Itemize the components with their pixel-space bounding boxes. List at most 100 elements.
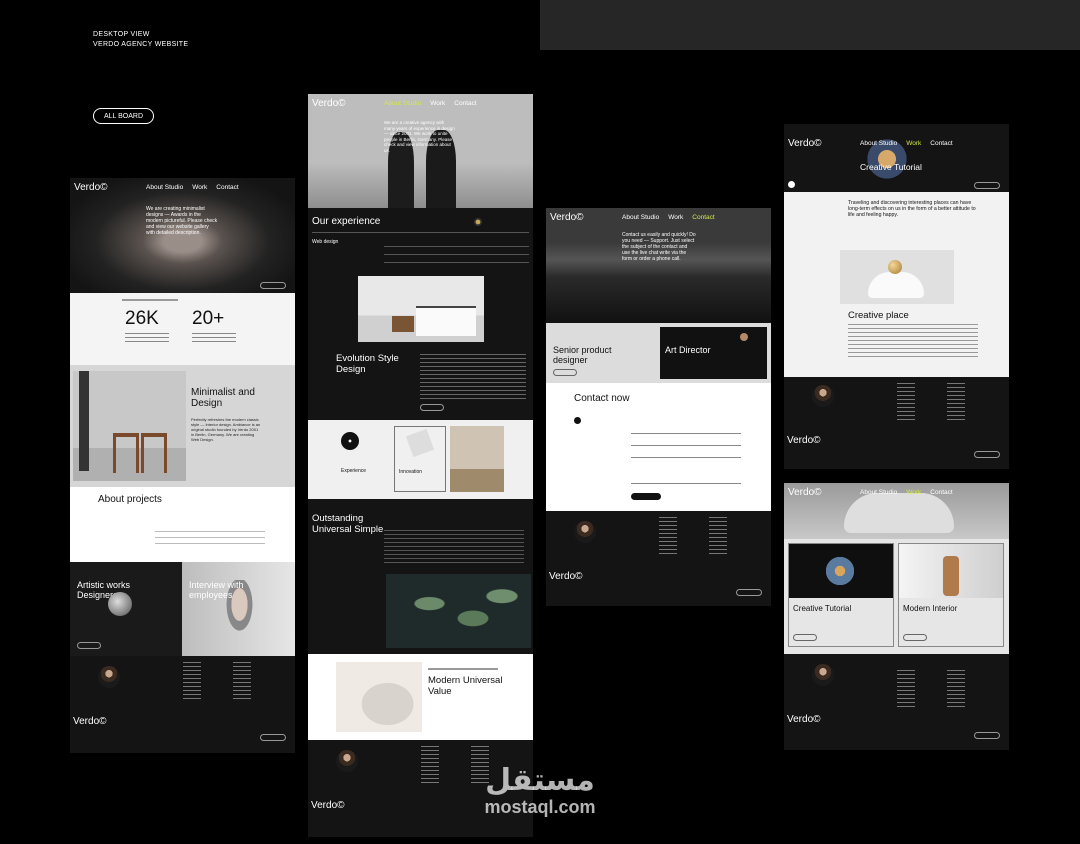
footer-logo[interactable]: Verdo© xyxy=(787,714,821,725)
site-logo[interactable]: Verdo© xyxy=(788,487,822,498)
card-experience-title: Experience xyxy=(341,468,367,474)
nav-contact[interactable]: Contact xyxy=(454,100,476,107)
job-card-1[interactable]: Senior product designer xyxy=(546,323,658,383)
minimal-title: Minimalist and Design xyxy=(191,387,255,409)
nav-work[interactable]: Work xyxy=(192,184,207,191)
footer-cta[interactable] xyxy=(974,451,1000,458)
mockup-work-detail[interactable]: Verdo© About Studio Work Contact Creativ… xyxy=(784,124,1009,469)
form-line-name[interactable] xyxy=(631,433,741,434)
main-nav: About Studio Work Contact xyxy=(622,214,715,221)
main-nav: About Studio Work Contact xyxy=(146,184,239,191)
evolution-cta[interactable] xyxy=(420,404,444,411)
nav-about[interactable]: About Studio xyxy=(622,214,659,221)
golden-ball xyxy=(888,260,902,274)
exp-line-3 xyxy=(384,254,529,255)
work-card-1-title: Creative Tutorial xyxy=(793,604,852,613)
nav-about[interactable]: About Studio xyxy=(860,140,897,147)
footer-links-1 xyxy=(897,670,915,710)
artistic-card[interactable]: Artistic works Designers xyxy=(70,562,182,656)
hero-hand-shape xyxy=(844,493,954,533)
footer-avatar xyxy=(812,664,834,686)
stool-left xyxy=(113,433,139,473)
stat-members: 26K xyxy=(125,308,159,329)
footer: Verdo© xyxy=(70,656,295,753)
nav-about[interactable]: About Studio xyxy=(384,100,421,107)
minimal-text: Perfectly refreshes the modern classic s… xyxy=(191,417,261,442)
footer-logo[interactable]: Verdo© xyxy=(311,800,345,811)
job-cta-1[interactable] xyxy=(553,369,577,376)
footer-logo[interactable]: Verdo© xyxy=(549,571,583,582)
experience-title: Our experience xyxy=(312,216,381,227)
site-logo[interactable]: Verdo© xyxy=(788,138,822,149)
work-card-2-cta[interactable] xyxy=(903,634,927,641)
footer-cta[interactable] xyxy=(260,734,286,741)
about-line-1 xyxy=(155,531,265,532)
card-innovation[interactable]: Innovation xyxy=(394,426,446,492)
about-projects-section: About projects xyxy=(70,487,295,562)
all-board-button[interactable]: ALL BOARD xyxy=(93,108,154,124)
scroll-dot[interactable] xyxy=(788,181,795,188)
board-header: DESKTOP VIEW VERDO AGENCY WEBSITE xyxy=(93,30,188,50)
hero-lake-image xyxy=(546,208,771,323)
form-line-phone[interactable] xyxy=(631,457,741,458)
nav-work[interactable]: Work xyxy=(668,214,683,221)
dark-column xyxy=(79,371,89,471)
footer-logo[interactable]: Verdo© xyxy=(787,435,821,446)
footer-avatar xyxy=(98,666,120,688)
nav-about[interactable]: About Studio xyxy=(146,184,183,191)
modern-title: Modern Universal Value xyxy=(428,675,503,697)
footer-logo[interactable]: Verdo© xyxy=(73,716,107,727)
bed xyxy=(416,306,476,336)
form-line-message[interactable] xyxy=(631,483,741,484)
main-nav: About Studio Work Contact xyxy=(860,489,953,496)
nav-contact[interactable]: Contact xyxy=(930,489,952,496)
work-card-2[interactable]: Modern Interior xyxy=(898,543,1004,647)
footer-cta[interactable] xyxy=(736,589,762,596)
footer-cta[interactable] xyxy=(974,732,1000,739)
nav-about[interactable]: About Studio xyxy=(860,489,897,496)
mockup-contact[interactable]: Verdo© About Studio Work Contact Contact… xyxy=(546,208,771,606)
article-text xyxy=(848,324,978,358)
nav-contact[interactable]: Contact xyxy=(692,214,714,221)
stats-section: 26K 20+ xyxy=(70,293,295,365)
submit-button[interactable] xyxy=(631,493,661,500)
mockup-about[interactable]: Verdo© About Studio Work Contact We are … xyxy=(308,94,533,837)
hero-text: Contact us easily and quickly! Do you ne… xyxy=(622,232,696,262)
card-experience[interactable]: Experience xyxy=(337,426,387,492)
about-line-3 xyxy=(155,543,265,544)
footer-links-1 xyxy=(659,517,677,557)
leaves-image xyxy=(386,574,531,648)
footer: Verdo© xyxy=(784,377,1009,469)
nav-contact[interactable]: Contact xyxy=(216,184,238,191)
experience-badge xyxy=(474,218,482,226)
stat-caption-2 xyxy=(192,333,236,345)
footer-links-1 xyxy=(183,662,201,702)
nav-contact[interactable]: Contact xyxy=(930,140,952,147)
job-card-2[interactable]: Art Director xyxy=(658,323,771,383)
spiral-object xyxy=(823,552,857,590)
intro-text: Traveling and discovering interesting pl… xyxy=(848,200,976,218)
interior-card-image xyxy=(450,426,504,492)
nav-work[interactable]: Work xyxy=(430,100,445,107)
stool-right xyxy=(141,433,167,473)
footer-links-2 xyxy=(947,670,965,710)
hero-cta[interactable] xyxy=(260,282,286,289)
modern-divider xyxy=(428,668,498,670)
site-logo[interactable]: Verdo© xyxy=(550,212,584,223)
hero-cta[interactable] xyxy=(974,182,1000,189)
mockup-home[interactable]: Verdo© About Studio Work Contact We are … xyxy=(70,178,295,753)
work-card-1-cta[interactable] xyxy=(793,634,817,641)
nav-work[interactable]: Work xyxy=(906,140,921,147)
form-line-email[interactable] xyxy=(631,445,741,446)
interview-card[interactable]: Interview with employees xyxy=(182,562,295,656)
footer-links-1 xyxy=(421,746,439,786)
site-logo[interactable]: Verdo© xyxy=(74,182,108,193)
chair-object xyxy=(943,556,959,596)
artistic-cta[interactable] xyxy=(77,642,101,649)
nav-work[interactable]: Work xyxy=(906,489,921,496)
site-logo[interactable]: Verdo© xyxy=(312,98,346,109)
mockup-work-list[interactable]: Verdo© About Studio Work Contact Creativ… xyxy=(784,483,1009,750)
footer-avatar xyxy=(336,750,358,772)
work-card-1[interactable]: Creative Tutorial xyxy=(788,543,894,647)
stat-years: 20+ xyxy=(192,308,225,329)
